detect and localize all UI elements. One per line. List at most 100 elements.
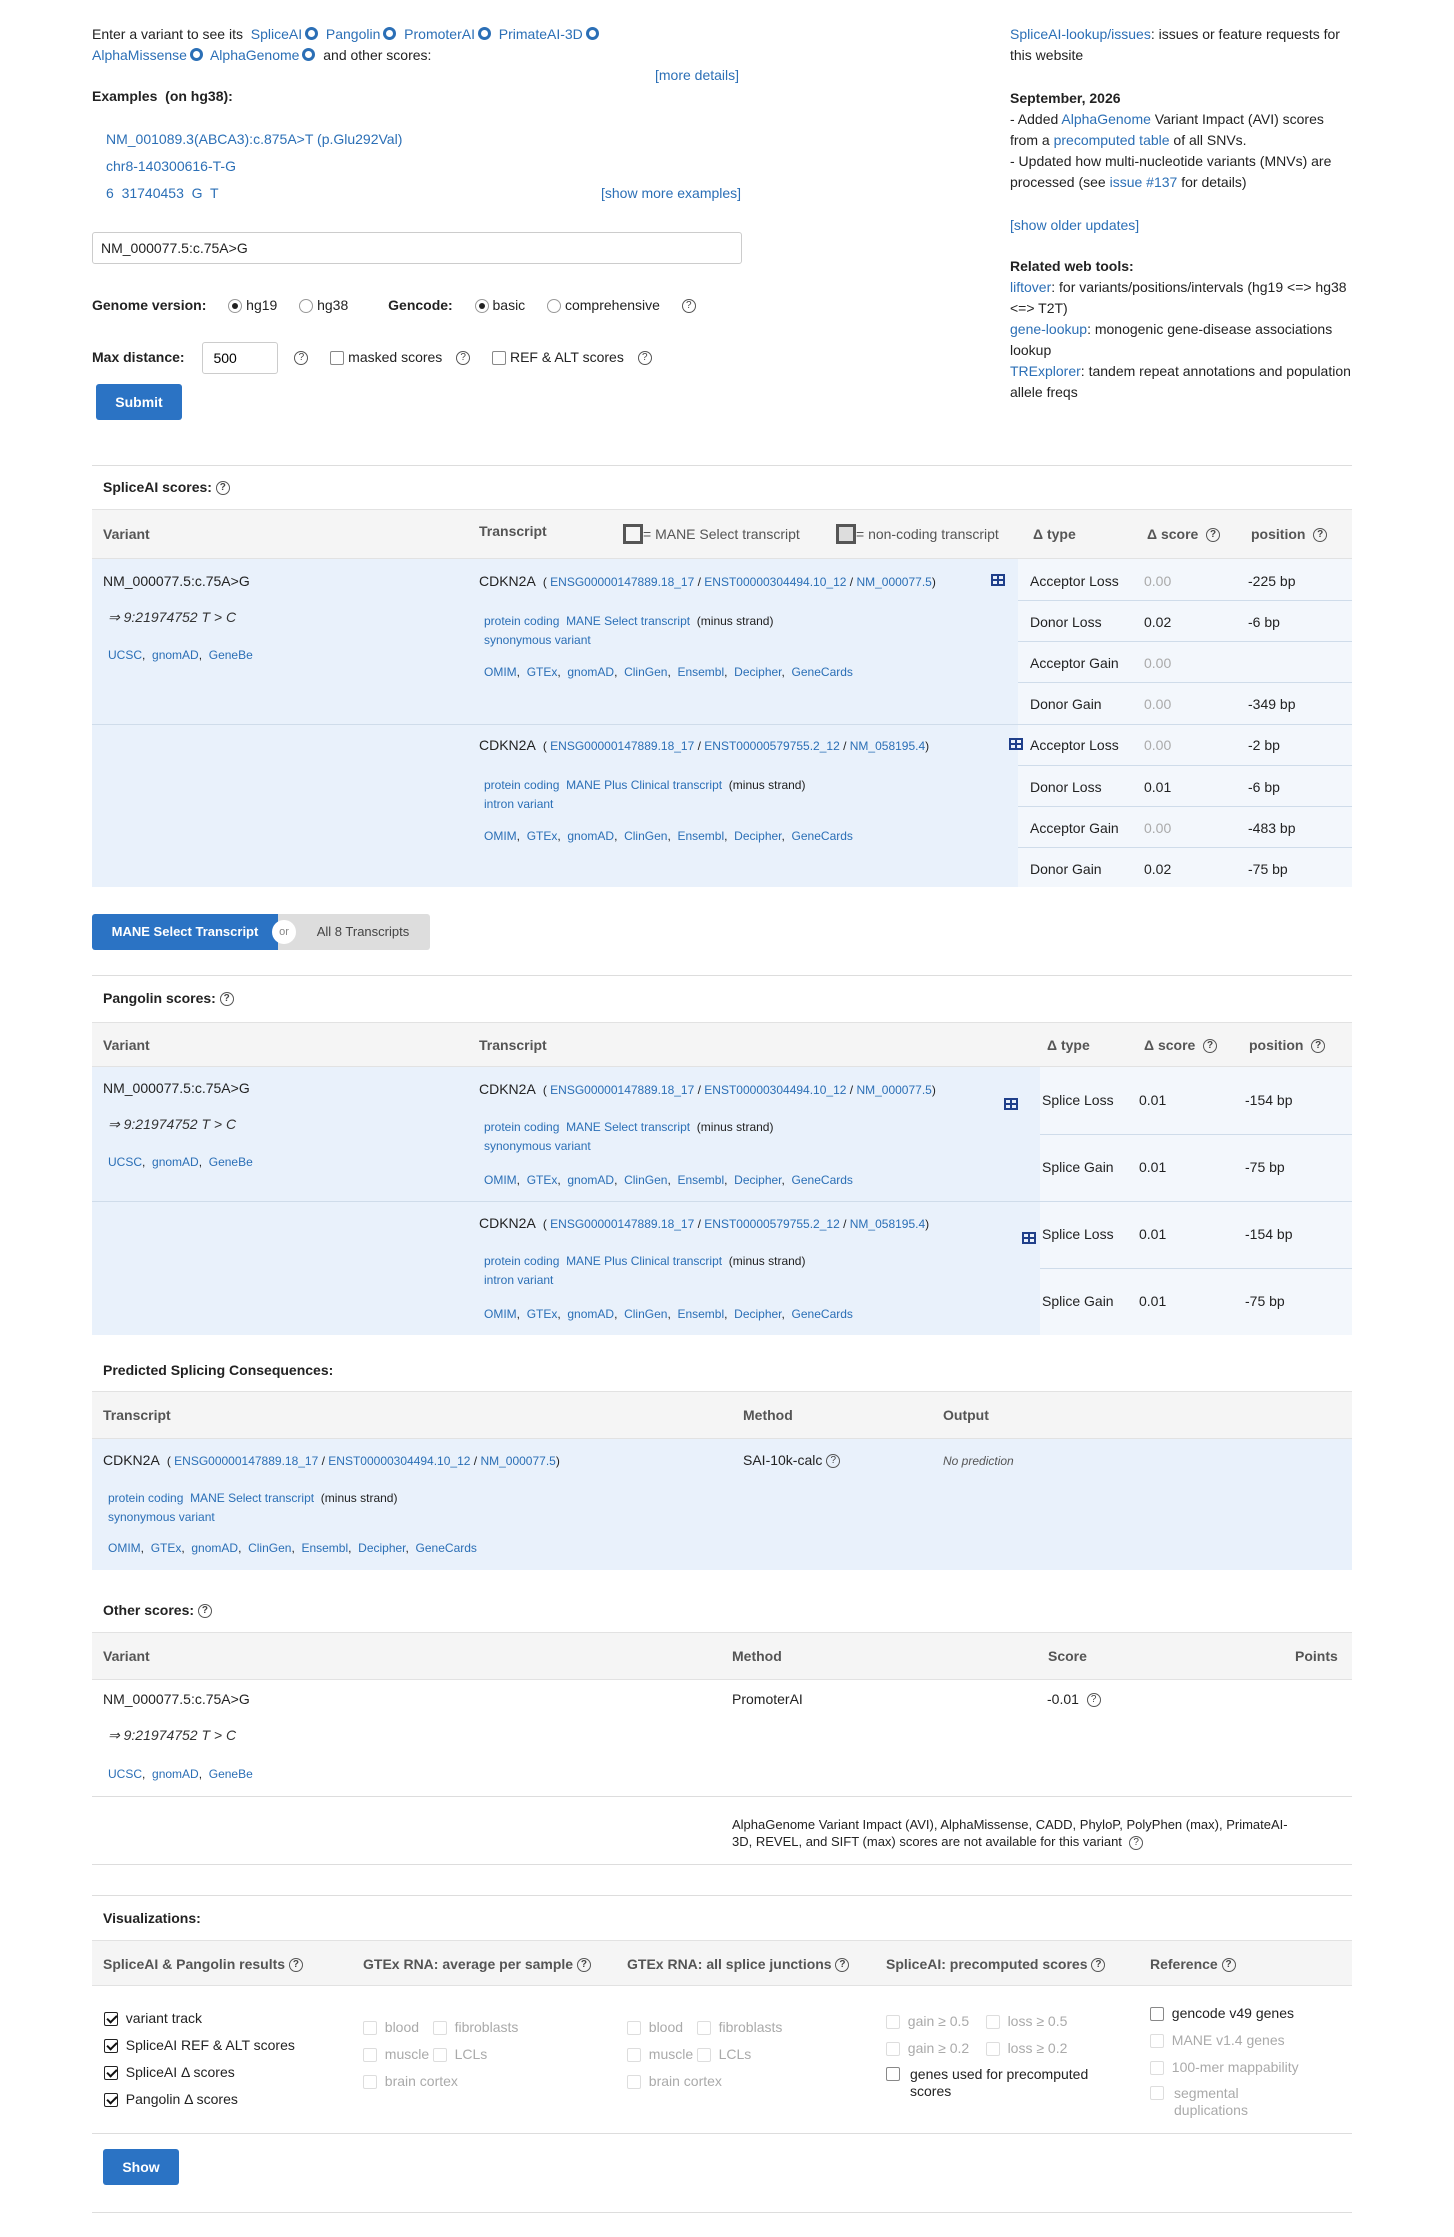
help-icon[interactable]: ? (835, 1958, 850, 1973)
decipher-link[interactable]: Decipher (734, 1173, 781, 1187)
clingen-link[interactable]: ClinGen (248, 1541, 291, 1555)
mane-transcript-toggle[interactable]: MANE Select Transcript (92, 914, 278, 950)
coding-label[interactable]: protein coding (484, 1254, 559, 1268)
coding-label[interactable]: protein coding (484, 614, 559, 628)
fibroblasts-checkbox[interactable] (432, 2021, 447, 2036)
github-icon[interactable] (383, 27, 397, 40)
help-icon[interactable]: ? (576, 1958, 591, 1973)
enst-link[interactable]: ENST00000579755.2_12 (704, 1217, 839, 1231)
liftover-link[interactable]: liftover (1010, 279, 1051, 295)
help-icon[interactable]: ? (1206, 528, 1221, 543)
help-icon[interactable]: ? (215, 481, 230, 496)
clingen-link[interactable]: ClinGen (624, 829, 667, 843)
fibroblasts-checkbox[interactable] (696, 2021, 711, 2036)
show-more-examples[interactable]: [show more examples] (601, 185, 741, 201)
mappability-checkbox[interactable] (1150, 2061, 1164, 2076)
coding-label[interactable]: protein coding (484, 1120, 559, 1134)
ensg-link[interactable]: ENSG00000147889.18_17 (174, 1454, 318, 1468)
help-icon[interactable]: ? (197, 1604, 212, 1619)
ref-alt-checkbox[interactable] (492, 351, 507, 366)
refseq-link[interactable]: NM_058195.4 (850, 1217, 925, 1231)
lcls-checkbox[interactable] (432, 2048, 447, 2063)
refseq-link[interactable]: NM_058195.4 (850, 739, 925, 753)
ensembl-link[interactable]: Ensembl (677, 1173, 724, 1187)
enst-link[interactable]: ENST00000304494.10_12 (704, 1083, 846, 1097)
tool-link-alphagenome[interactable]: AlphaGenome (210, 47, 300, 63)
mane-genes-checkbox[interactable] (1150, 2034, 1164, 2049)
clingen-link[interactable]: ClinGen (624, 665, 667, 679)
help-icon[interactable]: ? (456, 351, 471, 366)
gain-05-checkbox[interactable] (886, 2015, 900, 2030)
gnomad-link[interactable]: gnomAD (567, 1173, 614, 1187)
show-button[interactable]: Show (103, 2149, 179, 2185)
refseq-link[interactable]: NM_000077.5 (480, 1454, 555, 1468)
tool-link-promoterai[interactable]: PromoterAI (404, 26, 475, 42)
ucsc-link[interactable]: UCSC (108, 648, 142, 662)
github-icon[interactable] (305, 27, 319, 40)
ucsc-link[interactable]: UCSC (108, 1155, 142, 1169)
spliceai-delta-checkbox[interactable] (104, 2066, 118, 2081)
omim-link[interactable]: OMIM (484, 829, 517, 843)
ucsc-link[interactable]: UCSC (108, 1767, 142, 1781)
coding-label[interactable]: protein coding (108, 1491, 183, 1505)
gtex-link[interactable]: GTEx (527, 829, 558, 843)
mane-label[interactable]: MANE Select transcript (190, 1491, 314, 1505)
show-older-updates[interactable]: [show older updates] (1010, 217, 1139, 233)
help-icon[interactable]: ? (288, 1958, 303, 1973)
gnomad-link[interactable]: gnomAD (567, 829, 614, 843)
genecards-link[interactable]: GeneCards (792, 1173, 853, 1187)
mane-plus-label[interactable]: MANE Plus Clinical transcript (566, 778, 722, 792)
refseq-link[interactable]: NM_000077.5 (856, 575, 931, 589)
genecards-link[interactable]: GeneCards (792, 1307, 853, 1321)
brain-cortex-checkbox[interactable] (627, 2075, 641, 2090)
genebe-link[interactable]: GeneBe (209, 1155, 253, 1169)
gtex-link[interactable]: GTEx (527, 665, 558, 679)
refseq-link[interactable]: NM_000077.5 (856, 1083, 931, 1097)
help-icon[interactable]: ? (637, 351, 652, 366)
precomputed-genes-checkbox[interactable] (886, 2067, 900, 2081)
genebe-link[interactable]: GeneBe (209, 1767, 253, 1781)
ensembl-link[interactable]: Ensembl (677, 829, 724, 843)
omim-link[interactable]: OMIM (484, 1173, 517, 1187)
example-2[interactable]: chr8-140300616-T-G (106, 158, 236, 174)
example-1[interactable]: NM_001089.3(ABCA3):c.875A>T (p.Glu292Val… (106, 131, 402, 147)
table-icon[interactable] (1004, 1098, 1018, 1111)
github-icon[interactable] (585, 27, 599, 40)
ensembl-link[interactable]: Ensembl (301, 1541, 348, 1555)
help-icon[interactable]: ? (681, 299, 696, 314)
tool-link-spliceai[interactable]: SpliceAI (251, 26, 302, 42)
mane-label[interactable]: MANE Select transcript (566, 614, 690, 628)
gnomad-link[interactable]: gnomAD (567, 1307, 614, 1321)
enst-link[interactable]: ENST00000304494.10_12 (704, 575, 846, 589)
ensg-link[interactable]: ENSG00000147889.18_17 (550, 575, 694, 589)
gene-lookup-link[interactable]: gene-lookup (1010, 321, 1087, 337)
issue-137-link[interactable]: issue #137 (1110, 174, 1178, 190)
gnomad-link[interactable]: gnomAD (152, 648, 199, 662)
submit-button[interactable]: Submit (96, 384, 182, 420)
more-details-link[interactable]: [more details] (655, 67, 739, 83)
muscle-checkbox[interactable] (363, 2048, 377, 2063)
gtex-link[interactable]: GTEx (527, 1307, 558, 1321)
tool-link-pangolin[interactable]: Pangolin (326, 26, 381, 42)
enst-link[interactable]: ENST00000579755.2_12 (704, 739, 839, 753)
gnomad-link[interactable]: gnomAD (191, 1541, 238, 1555)
genebe-link[interactable]: GeneBe (209, 648, 253, 662)
decipher-link[interactable]: Decipher (734, 1307, 781, 1321)
clingen-link[interactable]: ClinGen (624, 1173, 667, 1187)
gain-02-checkbox[interactable] (886, 2042, 900, 2057)
genecards-link[interactable]: GeneCards (792, 829, 853, 843)
help-icon[interactable]: ? (1311, 1039, 1326, 1054)
table-icon[interactable] (991, 574, 1005, 587)
loss-02-checkbox[interactable] (985, 2042, 1000, 2057)
help-icon[interactable]: ? (1091, 1958, 1106, 1973)
github-icon[interactable] (477, 27, 491, 40)
consequence-label[interactable]: synonymous variant (484, 633, 591, 647)
table-icon[interactable] (1008, 738, 1023, 751)
genecards-link[interactable]: GeneCards (792, 665, 853, 679)
variant-track-checkbox[interactable] (104, 2012, 118, 2027)
issues-link[interactable]: SpliceAI-lookup/issues (1010, 26, 1151, 42)
spliceai-refalt-checkbox[interactable] (104, 2039, 118, 2054)
example-3[interactable]: 6 31740453 G T (106, 185, 219, 201)
help-icon[interactable]: ? (294, 351, 309, 366)
ensg-link[interactable]: ENSG00000147889.18_17 (550, 1217, 694, 1231)
